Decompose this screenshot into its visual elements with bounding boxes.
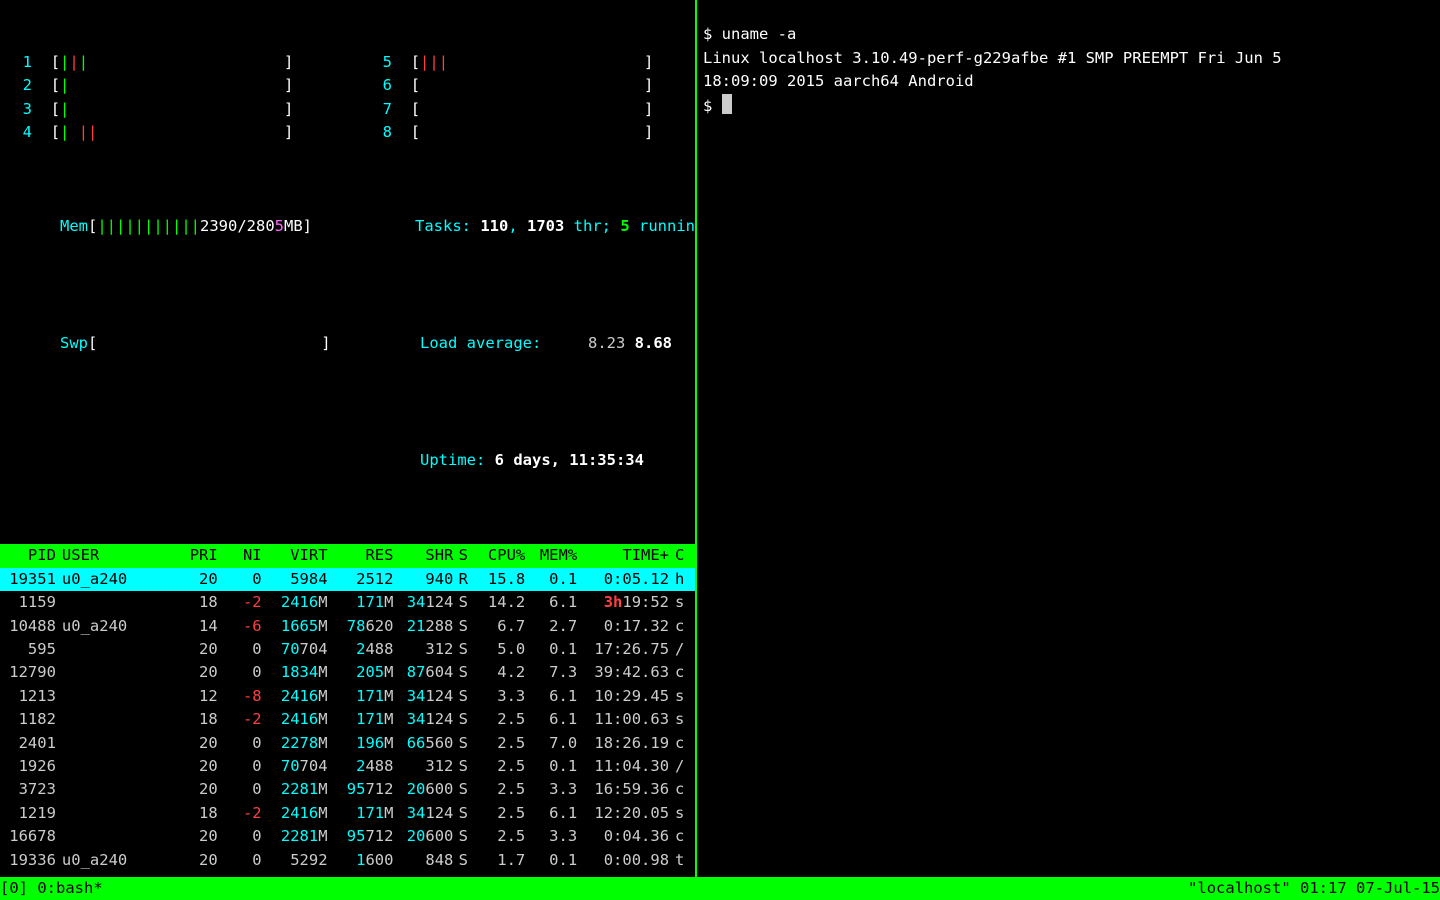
shell-pane[interactable]: $ uname -a Linux localhost 3.10.49-perf-…	[697, 0, 1440, 877]
tasks-summary: Tasks: 110, 1703 thr; 5 runnin	[359, 191, 695, 261]
tmux-screen: 1 [||| ] 2 [| ] 3 [| ] 4 [| || ] 5 [||| …	[0, 0, 1440, 900]
cpu-meter-8: 8 [ ]	[364, 121, 653, 144]
col-time: TIME+	[577, 544, 669, 567]
col-ni: NI	[218, 544, 262, 567]
process-row[interactable]: 2401200 2278M 196M 66560S2.57.018:26.19c	[0, 732, 695, 755]
col-cmd: C	[669, 544, 695, 567]
tmux-status-bar[interactable]: [0] 0:bash* "localhost" 01:17 07-Jul-15	[0, 877, 1440, 900]
process-row[interactable]: 1926200 70704 2488 312S2.50.111:04.30/	[0, 755, 695, 778]
prompt: $	[703, 25, 722, 43]
cpu-meter-6: 6 [ ]	[364, 74, 653, 97]
prompt: $	[703, 97, 722, 115]
uname-output: Linux localhost 3.10.49-perf-g229afbe #1…	[703, 49, 1282, 90]
col-shr: SHR	[393, 544, 453, 567]
process-row[interactable]: 595200 70704 2488 312S5.00.117:26.75/	[0, 638, 695, 661]
swap-meter: Swp[ ]	[4, 308, 364, 378]
cpu-meter-7: 7 [ ]	[364, 98, 653, 121]
cpu-meter-1: 1 [||| ]	[4, 51, 293, 74]
col-mem: MEM%	[525, 544, 577, 567]
process-row[interactable]: 3723200 2281M 95712 20600S2.53.316:59.36…	[0, 778, 695, 801]
cursor-icon	[722, 94, 732, 114]
selected-process-row[interactable]: 19351u0_a24020059842512940R15.80.10:05.1…	[0, 568, 695, 591]
cpu-meter-2: 2 [| ]	[4, 74, 293, 97]
load-avg: Load average: 8.23 8.68	[364, 308, 695, 378]
col-cpu: CPU%	[473, 544, 525, 567]
uptime: Uptime: 6 days, 11:35:34	[364, 425, 695, 495]
col-pid: PID	[0, 544, 56, 567]
col-user: USER	[56, 544, 174, 567]
process-row[interactable]: 121312-8 2416M 171M 34124S3.36.110:29.45…	[0, 685, 695, 708]
process-row[interactable]: 115918-2 2416M 171M 34124S14.26.13h19:52…	[0, 591, 695, 614]
process-row[interactable]: 118218-2 2416M 171M 34124S2.56.111:00.63…	[0, 708, 695, 731]
process-row[interactable]: 10488u0_a24014-6 1665M 78620 21288S6.72.…	[0, 615, 695, 638]
col-s: S	[453, 544, 473, 567]
htop-header: 1 [||| ] 2 [| ] 3 [| ] 4 [| || ] 5 [||| …	[0, 0, 695, 544]
col-res: RES	[328, 544, 394, 567]
cpu-meter-4: 4 [| || ]	[4, 121, 293, 144]
mem-meter: Mem[|||||||||||2390/2805MB]	[4, 191, 359, 261]
process-row[interactable]: 121918-2 2416M 171M 34124S2.56.112:20.05…	[0, 802, 695, 825]
process-table-header[interactable]: PID USER PRI NI VIRT RES SHR S CPU% MEM%…	[0, 544, 695, 567]
htop-pane[interactable]: 1 [||| ] 2 [| ] 3 [| ] 4 [| || ] 5 [||| …	[0, 0, 697, 877]
tmux-panes: 1 [||| ] 2 [| ] 3 [| ] 4 [| || ] 5 [||| …	[0, 0, 1440, 877]
cmd-uname: uname -a	[722, 25, 797, 43]
cpu-meter-3: 3 [| ]	[4, 98, 293, 121]
col-virt: VIRT	[262, 544, 328, 567]
tmux-session: [0] 0:bash*	[0, 877, 103, 900]
process-row[interactable]: 16678200 2281M 95712 20600S2.53.30:04.36…	[0, 825, 695, 848]
process-row[interactable]: 19336u0_a240200 5292 1600 848S1.70.10:00…	[0, 849, 695, 872]
process-list[interactable]: 19351u0_a24020059842512940R15.80.10:05.1…	[0, 568, 695, 877]
cpu-meter-5: 5 [||| ]	[364, 51, 653, 74]
process-row[interactable]: 12790200 1834M 205M 87604S4.27.339:42.63…	[0, 661, 695, 684]
col-pri: PRI	[174, 544, 218, 567]
tmux-clock: "localhost" 01:17 07-Jul-15	[1188, 877, 1440, 900]
